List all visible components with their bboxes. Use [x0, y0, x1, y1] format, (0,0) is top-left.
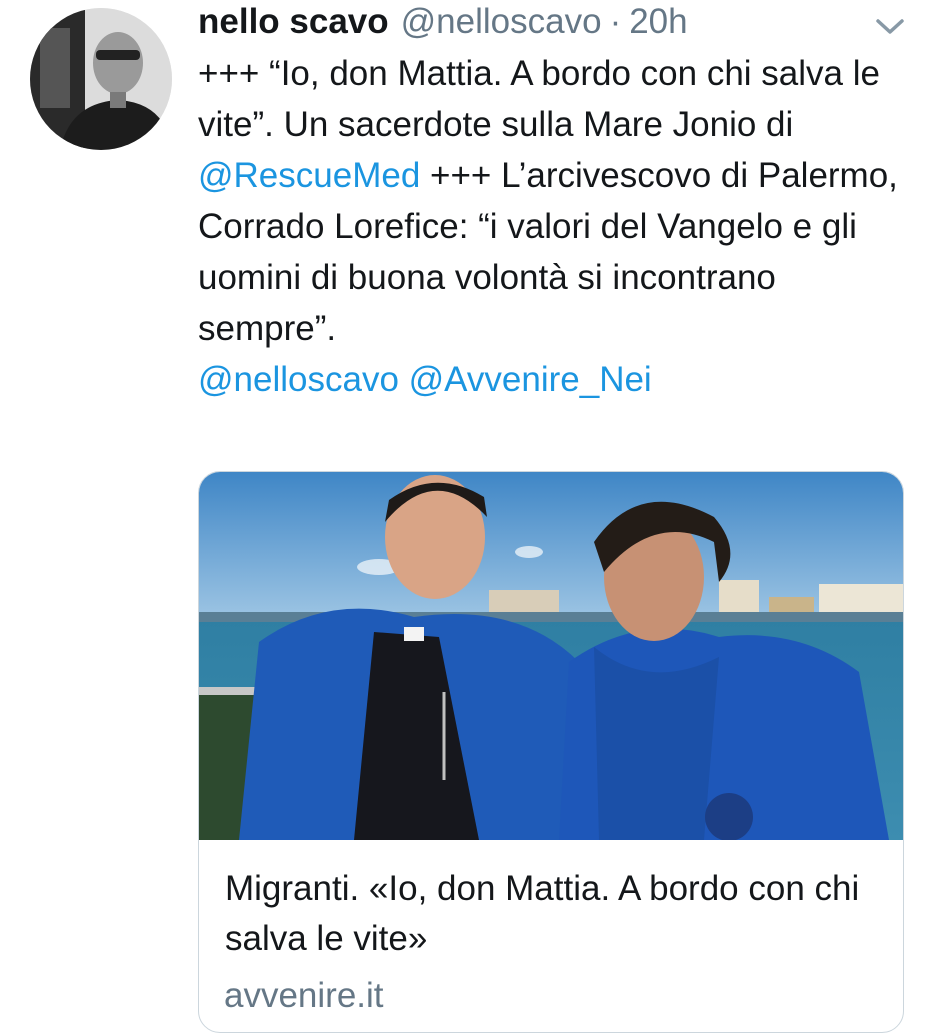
timestamp[interactable]: 20h: [629, 0, 687, 44]
tweet-text-part1: +++ “Io, don Mattia. A bordo con chi sal…: [198, 54, 880, 144]
tweet-body: +++ “Io, don Mattia. A bordo con chi sal…: [198, 48, 898, 354]
tweet-text: +++ “Io, don Mattia. A bordo con chi sal…: [198, 48, 898, 405]
mention-rescuemed[interactable]: @RescueMed: [198, 156, 420, 195]
card-image: [199, 472, 903, 840]
mention-avvenire[interactable]: @Avvenire_Nei: [409, 360, 652, 399]
author-name[interactable]: nello scavo: [198, 0, 389, 44]
avatar-photo: [30, 8, 172, 150]
mention-nelloscavo[interactable]: @nelloscavo: [198, 360, 399, 399]
chevron-down-icon: [876, 19, 904, 34]
separator-dot: ·: [609, 2, 622, 41]
author-handle[interactable]: @nelloscavo: [401, 0, 602, 44]
tweet-mentions: @nelloscavo @Avvenire_Nei: [198, 354, 898, 405]
avatar[interactable]: [30, 8, 172, 150]
card-title: Migranti. «Io, don Mattia. A bordo con c…: [225, 869, 860, 958]
link-card[interactable]: Migranti. «Io, don Mattia. A bordo con c…: [198, 471, 904, 1033]
tweet-header: nello scavo @nelloscavo · 20h: [198, 0, 688, 44]
card-domain[interactable]: avvenire.it: [224, 974, 384, 1018]
tweet-menu-button[interactable]: [872, 12, 908, 40]
